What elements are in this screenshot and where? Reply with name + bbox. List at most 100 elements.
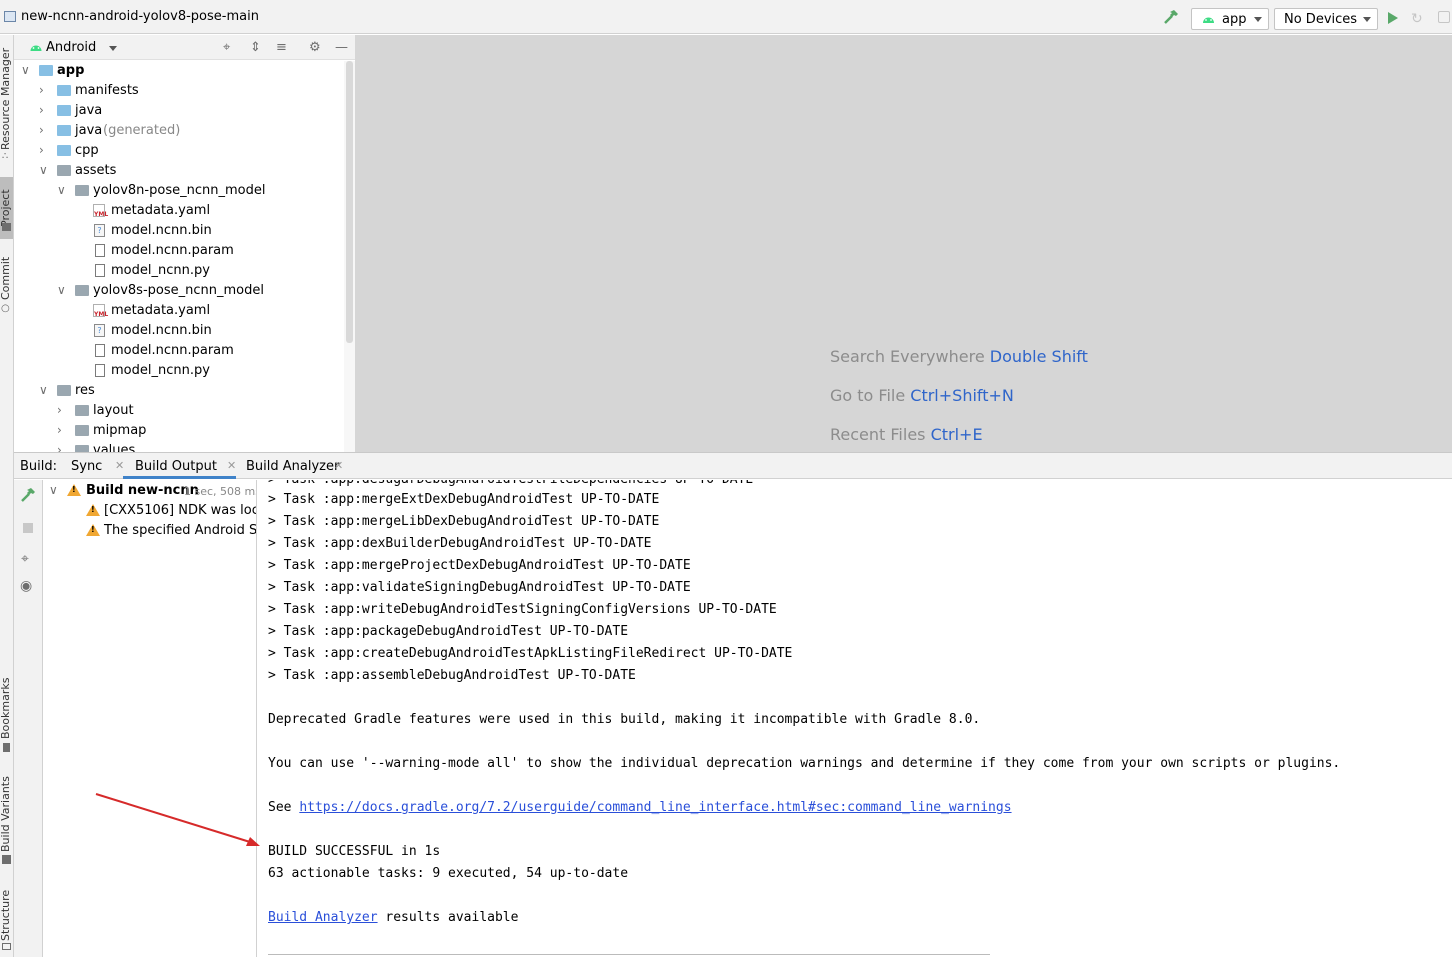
tree-item-java-generated[interactable]: › java (generated) [14,121,344,141]
build-toolbar: ⌖ ◉ [14,480,43,957]
android-icon [1203,17,1214,23]
chevron-down-icon[interactable] [109,46,117,51]
pin-icon[interactable]: ⌖ [21,551,29,567]
close-icon[interactable]: ✕ [227,459,236,472]
chevron-down-icon[interactable]: ∨ [39,163,49,177]
build-console[interactable]: > Task :app:desugarDebugAndroidTestFileD… [258,480,1452,957]
tree-item-file[interactable]: YML metadata.yaml [14,201,344,221]
tab-commit[interactable]: Commit [0,253,13,303]
stop-icon[interactable] [23,523,33,533]
chevron-right-icon[interactable]: › [57,403,67,417]
hint-shortcut: Ctrl+Shift+N [910,386,1014,405]
tree-item-label: metadata.yaml [111,203,211,218]
hint-text: Search Everywhere [830,347,990,366]
tab-build-output[interactable]: Build Output [135,459,217,474]
chevron-down-icon[interactable]: ∨ [57,283,67,297]
tasks-summary-line: 63 actionable tasks: 9 executed, 54 up-t… [268,866,629,881]
folder-icon [57,145,71,156]
tree-item-java[interactable]: › java [14,101,344,121]
bookmark-icon [3,743,10,752]
tab-sync[interactable]: Sync [71,459,102,474]
chevron-down-icon[interactable]: ∨ [57,183,67,197]
tree-item-file[interactable]: ? model.ncnn.bin [14,321,344,341]
folder-icon [75,185,89,196]
res-folder-icon [57,385,71,396]
build-warning-item[interactable]: [CXX5106] NDK was located [43,501,257,521]
tree-item-label: model.ncnn.bin [111,323,212,338]
tree-item-file[interactable]: ? model.ncnn.bin [14,221,344,241]
hint-recent-files: Recent Files Ctrl+E [830,425,983,444]
text-file-icon [95,264,105,277]
tab-build-variants[interactable]: Build Variants [0,775,13,853]
chevron-right-icon[interactable]: › [39,103,49,117]
apply-changes-icon[interactable]: ↻ [1411,11,1423,27]
console-line: > Task :app:mergeExtDexDebugAndroidTest … [268,492,660,507]
project-view-selector[interactable]: Android [46,40,96,55]
folder-icon [57,105,71,116]
warning-message: [CXX5106] NDK was located [104,503,257,518]
build-hammer-icon[interactable] [1163,9,1179,25]
tree-item-manifests[interactable]: › manifests [14,81,344,101]
tree-item-assets[interactable]: ∨ assets [14,161,344,181]
device-select[interactable]: No Devices [1274,8,1378,30]
tab-structure[interactable]: Structure [0,885,13,945]
build-variants-icon [2,855,11,864]
debug-icon[interactable] [1438,11,1450,23]
build-analyzer-link[interactable]: Build Analyzer [268,910,378,925]
hint-shortcut: Double Shift [989,347,1088,366]
tree-item-res[interactable]: ∨ res [14,381,344,401]
tree-item-file[interactable]: model_ncnn.py [14,361,344,381]
run-config-select[interactable]: app [1191,8,1269,30]
tree-item-label: java [75,103,103,118]
chevron-right-icon[interactable]: › [57,423,67,437]
chevron-right-icon[interactable]: › [39,83,49,97]
run-icon[interactable] [1388,12,1398,24]
tab-bookmarks[interactable]: Bookmarks [0,675,13,741]
tree-item-label: metadata.yaml [111,303,211,318]
warning-icon [86,524,100,536]
tree-item-layout[interactable]: › layout [14,401,344,421]
gradle-docs-link[interactable]: https://docs.gradle.org/7.2/userguide/co… [299,800,1011,815]
build-warning-item[interactable]: The specified Android SDK [43,521,257,541]
close-icon[interactable]: ✕ [334,459,343,472]
hint-text: Recent Files [830,425,931,444]
build-hammer-icon[interactable] [20,487,36,503]
tree-item-file[interactable]: model.ncnn.param [14,341,344,361]
tab-resource-manager[interactable]: Resource Manager [0,43,13,155]
expand-all-icon[interactable]: ⇕ [250,40,261,55]
chevron-down-icon [1254,17,1262,22]
chevron-down-icon[interactable]: ∨ [21,63,31,77]
scrollbar-thumb[interactable] [346,61,353,343]
tree-item-values[interactable]: › values [14,441,344,452]
chevron-right-icon[interactable]: › [57,443,67,452]
run-config-label: app [1222,12,1247,27]
tree-item-app[interactable]: ∨ app [14,61,344,81]
close-icon[interactable]: ✕ [115,459,124,472]
console-line-analyzer: Build Analyzer results available [268,907,518,929]
build-panel-title: Build: [20,459,58,474]
chevron-down-icon[interactable]: ∨ [39,383,49,397]
eye-icon[interactable]: ◉ [20,578,32,594]
binary-file-icon: ? [94,324,105,337]
build-tree-root[interactable]: ∨ Build new-ncnn 1 sec, 508 ms [43,481,256,501]
hide-panel-icon[interactable]: — [335,40,348,55]
tree-item-yolov8s-folder[interactable]: ∨ yolov8s-pose_ncnn_model [14,281,344,301]
tree-item-suffix: (generated) [103,123,181,138]
tree-item-mipmap[interactable]: › mipmap [14,421,344,441]
tree-item-cpp[interactable]: › cpp [14,141,344,161]
chevron-down-icon[interactable]: ∨ [49,483,58,497]
tab-build-analyzer[interactable]: Build Analyzer [246,459,339,474]
chevron-right-icon[interactable]: › [39,143,49,157]
tree-item-yolov8n-folder[interactable]: ∨ yolov8n-pose_ncnn_model [14,181,344,201]
gear-icon[interactable]: ⚙ [309,40,321,55]
folder-icon [75,285,89,296]
chevron-right-icon[interactable]: › [39,123,49,137]
tree-item-file[interactable]: YML metadata.yaml [14,301,344,321]
tree-item-file[interactable]: model.ncnn.param [14,241,344,261]
project-title[interactable]: new-ncnn-android-yolov8-pose-main [21,9,259,24]
console-line: > Task :app:dexBuilderDebugAndroidTest U… [268,536,652,551]
collapse-all-icon[interactable]: ≡ [276,40,287,55]
tree-item-file[interactable]: model_ncnn.py [14,261,344,281]
warning-message: The specified Android SDK [104,523,257,538]
locate-icon[interactable]: ⌖ [223,40,230,55]
